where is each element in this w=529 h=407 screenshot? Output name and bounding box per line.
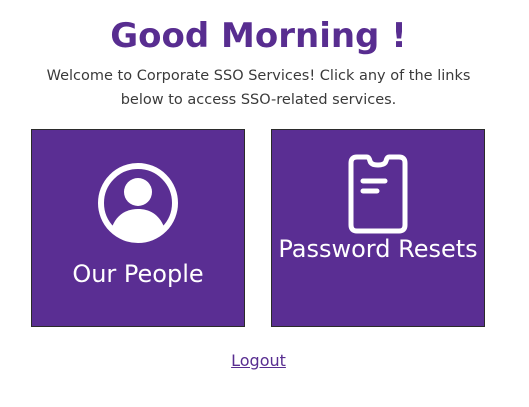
our-people-tile[interactable]: Our People [31,129,245,327]
our-people-label: Our People [72,260,204,288]
password-resets-label: Password Resets [278,235,478,263]
welcome-text: Welcome to Corporate SSO Services! Click… [46,68,471,108]
greeting-heading: Good Morning ! [110,16,407,56]
phone-document-icon [272,153,484,235]
password-resets-tile[interactable]: Password Resets [271,129,485,327]
logout-link[interactable]: Logout [231,351,286,370]
user-circle-icon [32,162,244,244]
